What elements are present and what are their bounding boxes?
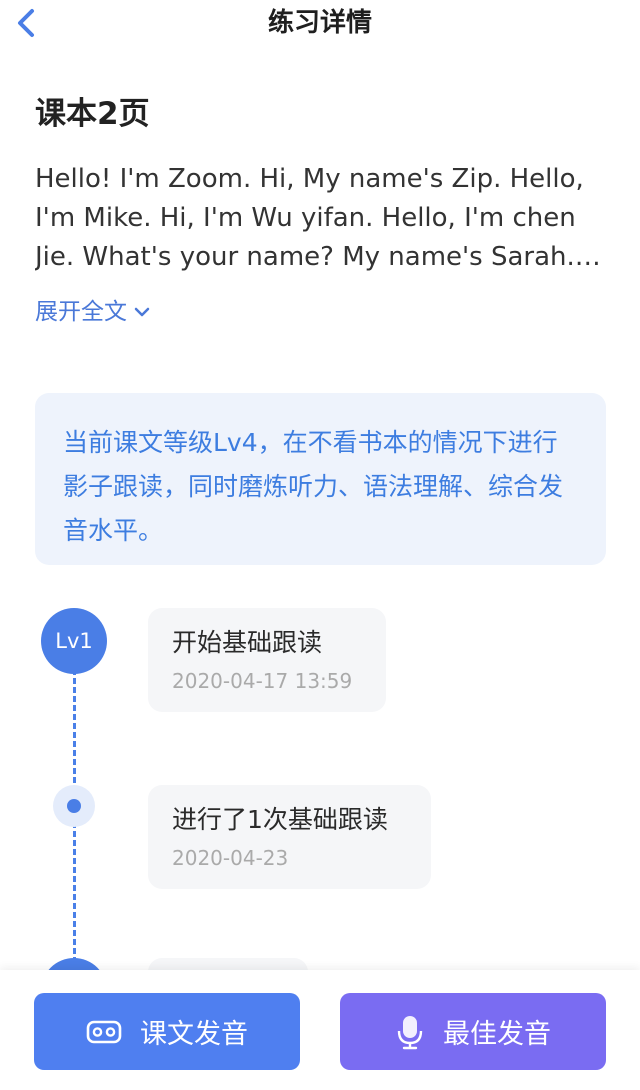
timeline-card-date: 2020-04-23 [172, 846, 289, 870]
lesson-pronunciation-label: 课文发音 [140, 1019, 248, 1050]
timeline-node-level: Lv1 [41, 608, 107, 674]
best-pronunciation-label: 最佳发音 [443, 1019, 551, 1050]
expand-full-text-link[interactable]: 展开全文 [35, 296, 151, 328]
expand-label: 展开全文 [35, 299, 127, 325]
best-pronunciation-button[interactable]: 最佳发音 [340, 993, 606, 1070]
page: 练习详情 课本2页 Hello! I'm Zoom. Hi, My name's… [0, 0, 640, 1090]
lesson-title: 课本2页 [35, 96, 150, 132]
lesson-text: Hello! I'm Zoom. Hi, My name's Zip. Hell… [35, 164, 584, 272]
level-info-box: 当前课文等级Lv4，在不看书本的情况下进行影子跟读，同时磨炼听力、语法理解、综合… [35, 393, 606, 565]
timeline-card[interactable]: 开始基础跟读 2020-04-17 13:59 [148, 608, 386, 712]
timeline-node-dot [53, 785, 95, 827]
chevron-down-icon [134, 307, 150, 317]
microphone-icon [397, 1015, 423, 1049]
timeline-card-date: 2020-04-17 13:59 [172, 669, 353, 693]
vr-headset-icon [86, 1020, 122, 1043]
bottom-action-bar: 课文发音 最佳发音 [0, 970, 640, 1090]
timeline-node-dot-inner [67, 799, 81, 813]
timeline-card[interactable]: 进行了1次基础跟读 2020-04-23 [148, 785, 431, 889]
timeline-card-title: 开始基础跟读 [172, 628, 323, 657]
level-info-text: 当前课文等级Lv4，在不看书本的情况下进行影子跟读，同时磨炼听力、语法理解、综合… [63, 428, 564, 545]
timeline-card-title: 进行了1次基础跟读 [172, 805, 388, 834]
lesson-pronunciation-button[interactable]: 课文发音 [34, 993, 300, 1070]
nav-header: 练习详情 [0, 0, 640, 48]
page-title: 练习详情 [267, 8, 372, 38]
